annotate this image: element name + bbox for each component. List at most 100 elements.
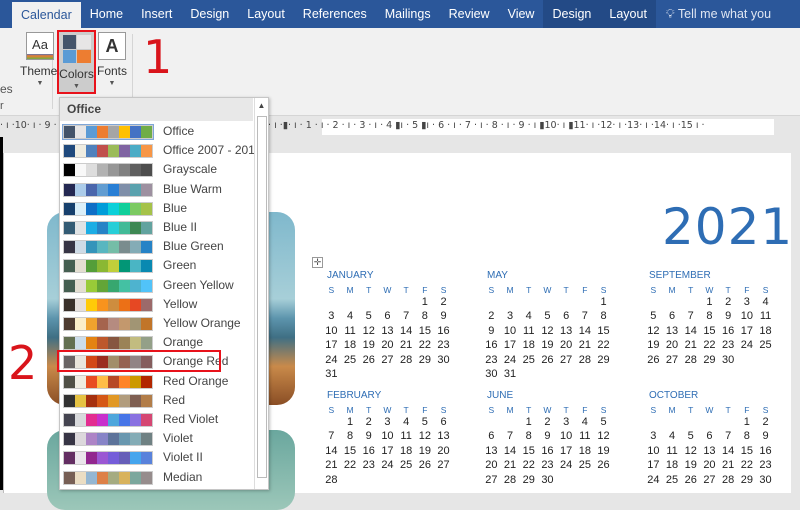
- calendar-day[interactable]: 9: [434, 310, 453, 322]
- color-theme-item[interactable]: Grayscale: [60, 160, 253, 179]
- calendar-day[interactable]: 5: [416, 416, 435, 428]
- calendar-day[interactable]: 26: [416, 459, 435, 471]
- calendar-day[interactable]: 20: [557, 339, 576, 351]
- calendar-day[interactable]: 1: [700, 296, 719, 308]
- calendar-day[interactable]: 10: [557, 430, 576, 442]
- calendar-day[interactable]: 22: [700, 339, 719, 351]
- tab-insert[interactable]: Insert: [132, 0, 181, 28]
- calendar-day[interactable]: 6: [482, 430, 501, 442]
- calendar-day[interactable]: 24: [378, 459, 397, 471]
- calendar-day[interactable]: 9: [538, 430, 557, 442]
- calendar-day[interactable]: 27: [378, 354, 397, 366]
- color-theme-item[interactable]: Yellow Orange: [60, 314, 253, 333]
- calendar-day[interactable]: 2: [359, 416, 378, 428]
- calendar-day[interactable]: 30: [719, 354, 738, 366]
- calendar-day[interactable]: 3: [644, 430, 663, 442]
- calendar-day[interactable]: 20: [378, 339, 397, 351]
- calendar-day[interactable]: 12: [594, 430, 613, 442]
- color-theme-item[interactable]: Blue Green: [60, 237, 253, 256]
- calendar-day[interactable]: 27: [663, 354, 682, 366]
- calendar-day[interactable]: 16: [719, 325, 738, 337]
- calendar-day[interactable]: 4: [341, 310, 360, 322]
- calendar-day[interactable]: 16: [434, 325, 453, 337]
- calendar-day[interactable]: 21: [681, 339, 700, 351]
- calendar-day[interactable]: 2: [434, 296, 453, 308]
- calendar-day[interactable]: 21: [322, 459, 341, 471]
- calendar-day[interactable]: 29: [519, 474, 538, 486]
- calendar-day[interactable]: 28: [681, 354, 700, 366]
- calendar-day[interactable]: 4: [576, 416, 595, 428]
- calendar-day[interactable]: 19: [594, 445, 613, 457]
- calendar-day[interactable]: 23: [482, 354, 501, 366]
- calendar-day[interactable]: 15: [416, 325, 435, 337]
- calendar-day[interactable]: 19: [644, 339, 663, 351]
- calendar-day[interactable]: 15: [700, 325, 719, 337]
- calendar-day[interactable]: 26: [538, 354, 557, 366]
- calendar-day[interactable]: 12: [681, 445, 700, 457]
- calendar-day[interactable]: 31: [501, 368, 520, 380]
- table-move-handle-icon[interactable]: ✛: [312, 257, 323, 268]
- calendar-day[interactable]: 16: [359, 445, 378, 457]
- calendar-day[interactable]: 5: [644, 310, 663, 322]
- calendar-day[interactable]: 13: [434, 430, 453, 442]
- calendar-day[interactable]: 29: [700, 354, 719, 366]
- calendar-day[interactable]: 7: [322, 430, 341, 442]
- calendar-day[interactable]: 25: [519, 354, 538, 366]
- calendar-day[interactable]: 23: [719, 339, 738, 351]
- scroll-thumb[interactable]: [257, 116, 267, 478]
- calendar-day[interactable]: 19: [359, 339, 378, 351]
- color-theme-item[interactable]: Median: [60, 468, 253, 487]
- calendar-day[interactable]: 21: [501, 459, 520, 471]
- calendar-day[interactable]: 28: [322, 474, 341, 486]
- calendar-day[interactable]: 12: [359, 325, 378, 337]
- calendar-day[interactable]: 17: [378, 445, 397, 457]
- calendar-day[interactable]: 14: [322, 445, 341, 457]
- calendar-day[interactable]: 21: [576, 339, 595, 351]
- color-theme-item[interactable]: Red: [60, 391, 253, 410]
- tell-me-search[interactable]: 💡︎ Tell me what you want to do...: [656, 0, 800, 49]
- calendar-day[interactable]: 9: [719, 310, 738, 322]
- colors-button[interactable]: Colors ▼: [57, 30, 96, 94]
- calendar-day[interactable]: 11: [756, 310, 775, 322]
- calendar-day[interactable]: 4: [397, 416, 416, 428]
- calendar-day[interactable]: 16: [756, 445, 775, 457]
- tab-layout[interactable]: Layout: [600, 0, 656, 28]
- calendar-day[interactable]: 9: [359, 430, 378, 442]
- calendar-day[interactable]: 17: [738, 325, 757, 337]
- calendar-day[interactable]: 5: [681, 430, 700, 442]
- calendar-day[interactable]: 14: [501, 445, 520, 457]
- calendar-day[interactable]: 3: [557, 416, 576, 428]
- calendar-day[interactable]: 28: [719, 474, 738, 486]
- calendar-day[interactable]: 6: [700, 430, 719, 442]
- tab-layout[interactable]: Layout: [238, 0, 294, 28]
- calendar-day[interactable]: 26: [681, 474, 700, 486]
- calendar-day[interactable]: 3: [501, 310, 520, 322]
- calendar-day[interactable]: 9: [482, 325, 501, 337]
- calendar-day[interactable]: 10: [322, 325, 341, 337]
- calendar-day[interactable]: 23: [756, 459, 775, 471]
- calendar-day[interactable]: 19: [538, 339, 557, 351]
- calendar-day[interactable]: 22: [594, 339, 613, 351]
- calendar-day[interactable]: 8: [341, 430, 360, 442]
- calendar-day[interactable]: 24: [738, 339, 757, 351]
- tab-view[interactable]: View: [499, 0, 544, 28]
- color-theme-item[interactable]: Blue II: [60, 218, 253, 237]
- calendar-day[interactable]: 24: [501, 354, 520, 366]
- calendar-day[interactable]: 25: [663, 474, 682, 486]
- calendar-day[interactable]: 11: [341, 325, 360, 337]
- color-theme-item[interactable]: Office 2007 - 2010: [60, 141, 262, 160]
- calendar-day[interactable]: 22: [738, 459, 757, 471]
- calendar-day[interactable]: 28: [397, 354, 416, 366]
- calendar-day[interactable]: 1: [738, 416, 757, 428]
- color-theme-item[interactable]: Blue: [60, 199, 253, 218]
- calendar-day[interactable]: 15: [594, 325, 613, 337]
- calendar-day[interactable]: 14: [397, 325, 416, 337]
- calendar-day[interactable]: 18: [519, 339, 538, 351]
- calendar-day[interactable]: 18: [663, 459, 682, 471]
- calendar-day[interactable]: 14: [719, 445, 738, 457]
- calendar-day[interactable]: 4: [519, 310, 538, 322]
- calendar-day[interactable]: 7: [576, 310, 595, 322]
- calendar-day[interactable]: 8: [594, 310, 613, 322]
- calendar-day[interactable]: 1: [594, 296, 613, 308]
- calendar-day[interactable]: 8: [416, 310, 435, 322]
